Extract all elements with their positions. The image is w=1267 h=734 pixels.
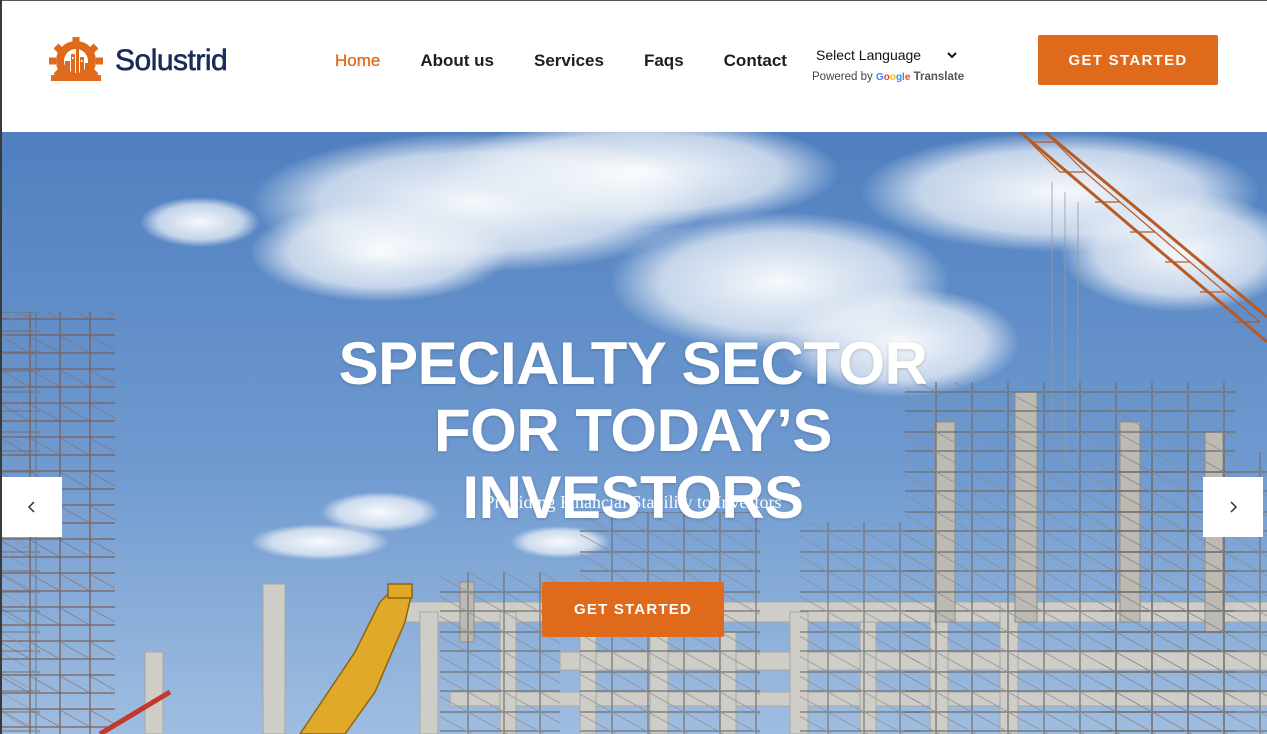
hero-get-started-button[interactable]: GET STARTED xyxy=(542,582,724,637)
header-get-started-button[interactable]: GET STARTED xyxy=(1038,35,1218,85)
hero-slider: SPECIALTY SECTOR FOR TODAY’S INVESTORS P… xyxy=(0,132,1267,734)
nav-item-about-us[interactable]: About us xyxy=(420,51,494,71)
slider-next-button[interactable] xyxy=(1203,477,1263,537)
nav-item-contact[interactable]: Contact xyxy=(724,51,787,71)
powered-by-label: Powered by xyxy=(812,71,873,83)
language-widget: Select Language Powered by Google Transl… xyxy=(812,44,972,83)
site-header: Solustrid Home About us Services Faqs Co… xyxy=(0,0,1267,132)
chevron-down-icon xyxy=(947,52,957,59)
brand-name: Solustrid xyxy=(115,44,228,78)
language-select-label: Select Language xyxy=(816,47,922,63)
google-logo[interactable]: Google xyxy=(876,72,910,83)
powered-by-google-translate: Powered by Google Translate xyxy=(812,71,972,83)
nav-item-home[interactable]: Home xyxy=(335,51,381,71)
logo[interactable]: Solustrid xyxy=(47,37,228,85)
nav-item-services[interactable]: Services xyxy=(534,51,604,71)
slider-prev-button[interactable] xyxy=(2,477,62,537)
chevron-left-icon xyxy=(27,501,35,513)
language-select[interactable]: Select Language xyxy=(812,44,957,66)
window-left-border xyxy=(0,0,2,734)
hero-subtitle: Providing Financial Stability to Investo… xyxy=(484,492,782,512)
chevron-right-icon xyxy=(1230,501,1238,513)
gear-city-logo-icon xyxy=(49,37,103,81)
nav-item-faqs[interactable]: Faqs xyxy=(644,51,684,71)
main-nav: Home About us Services Faqs Contact xyxy=(335,50,827,72)
window-top-border xyxy=(0,0,1267,1)
translate-link[interactable]: Translate xyxy=(914,71,965,83)
